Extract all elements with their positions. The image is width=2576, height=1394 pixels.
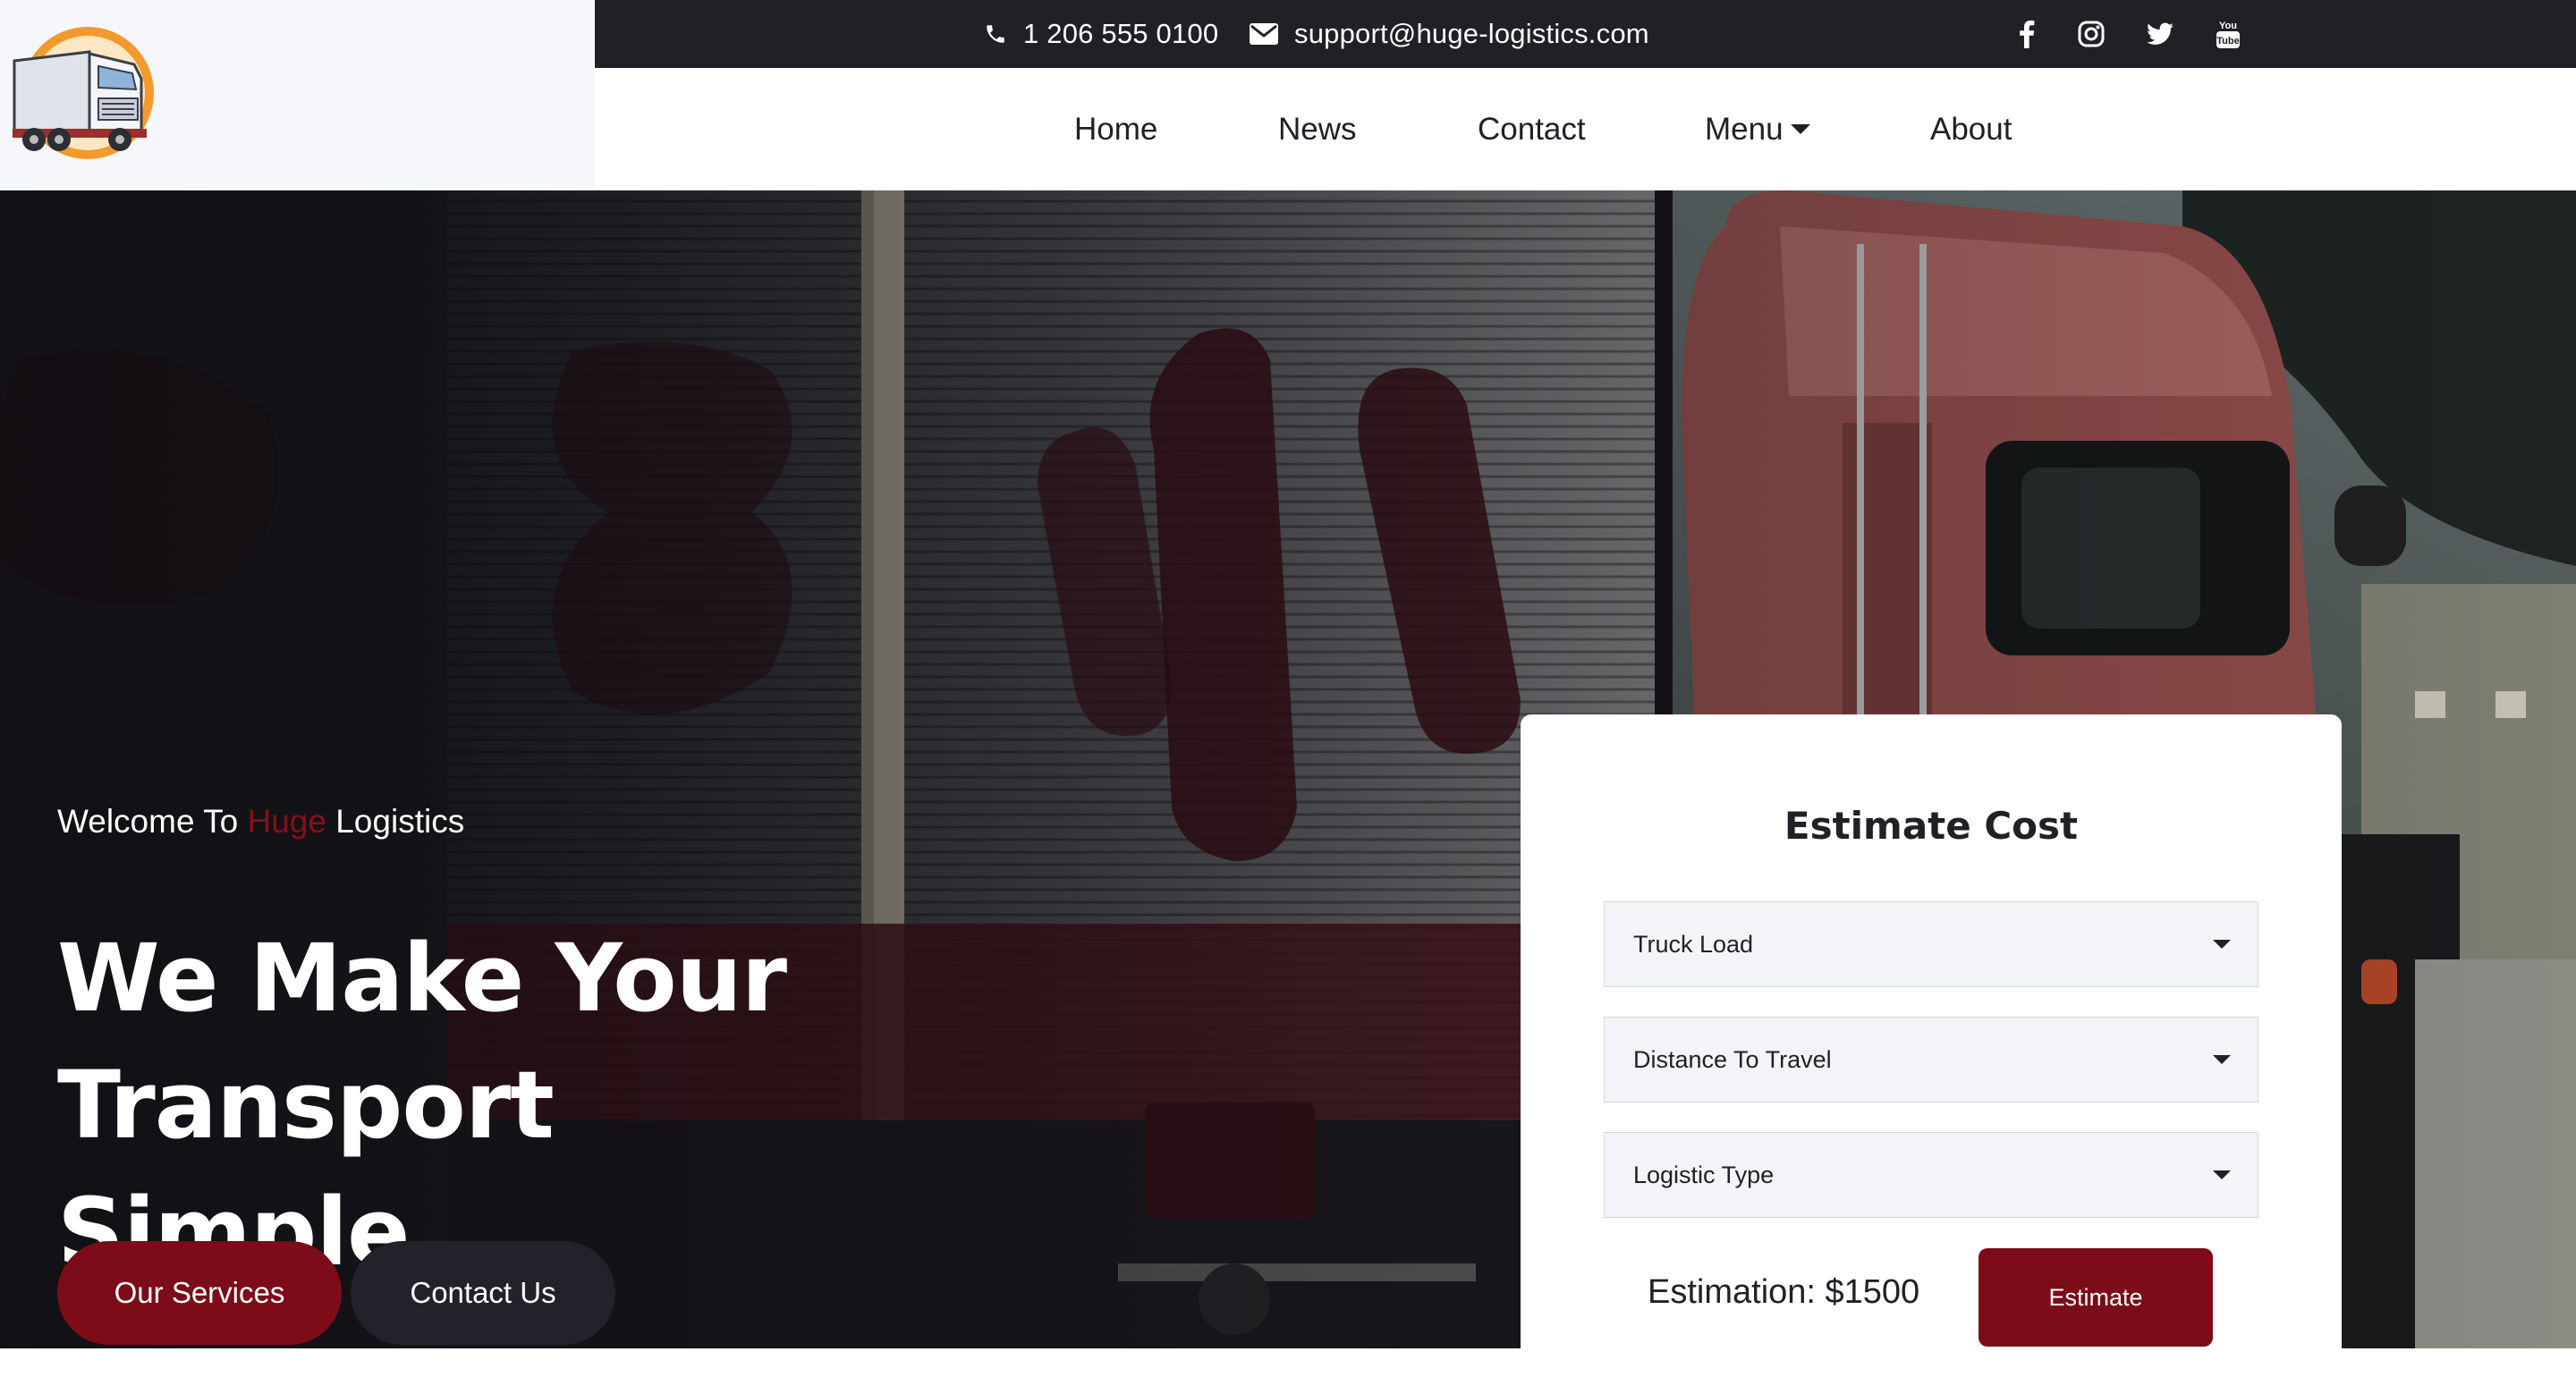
estimate-cost-card: Estimate Cost Truck Load Distance To Tra… xyxy=(1521,714,2342,1394)
dropdown-arrow-icon xyxy=(2213,1170,2231,1179)
envelope-icon xyxy=(1250,23,1278,45)
logo-area xyxy=(0,0,595,190)
facebook-link[interactable] xyxy=(2019,0,2035,68)
welcome-prefix: Welcome To xyxy=(57,803,239,840)
svg-text:You: You xyxy=(2219,21,2237,31)
top-bar: 1 206 555 0100 support@huge-logistics.co… xyxy=(595,0,2576,68)
youtube-link[interactable]: You Tube xyxy=(2216,0,2241,68)
phone-number: 1 206 555 0100 xyxy=(1023,18,1219,49)
welcome-text: Welcome To Huge Logistics xyxy=(57,803,464,841)
contact-us-button[interactable]: Contact Us xyxy=(351,1241,615,1345)
phone-contact[interactable]: 1 206 555 0100 xyxy=(984,0,1218,68)
welcome-brand: Huge xyxy=(247,803,326,840)
main-nav: Home News Contact Menu About xyxy=(595,68,2576,190)
youtube-icon: You Tube xyxy=(2216,21,2240,48)
estimate-button[interactable]: Estimate xyxy=(1979,1248,2213,1347)
twitter-link[interactable] xyxy=(2147,0,2174,68)
truck-load-value: Truck Load xyxy=(1633,930,1754,958)
logistic-type-select[interactable]: Logistic Type xyxy=(1604,1132,2258,1218)
facebook-icon xyxy=(2020,20,2035,48)
nav-home[interactable]: Home xyxy=(1074,68,1157,190)
instagram-icon xyxy=(2078,21,2105,47)
dropdown-arrow-icon xyxy=(2213,1055,2231,1064)
welcome-suffix: Logistics xyxy=(335,803,465,840)
nav-about[interactable]: About xyxy=(1930,68,2012,190)
svg-text:Tube: Tube xyxy=(2216,36,2239,46)
nav-contact-label: Contact xyxy=(1478,111,1586,147)
twitter-icon xyxy=(2147,22,2174,45)
distance-select[interactable]: Distance To Travel xyxy=(1604,1017,2258,1103)
caret-down-icon xyxy=(1790,124,1810,134)
logistic-type-value: Logistic Type xyxy=(1633,1161,1775,1188)
our-services-button[interactable]: Our Services xyxy=(57,1241,342,1345)
estimate-title: Estimate Cost xyxy=(1784,804,2079,848)
dropdown-arrow-icon xyxy=(2213,940,2231,949)
nav-news[interactable]: News xyxy=(1278,68,1357,190)
nav-about-label: About xyxy=(1930,111,2012,147)
nav-menu-label: Menu xyxy=(1705,111,1784,147)
estimation-result: Estimation: $1500 xyxy=(1648,1273,1920,1311)
hero-headline: We Make Your Transport Simple xyxy=(57,915,1238,1296)
nav-home-label: Home xyxy=(1074,111,1158,147)
nav-menu-dropdown[interactable]: Menu xyxy=(1705,68,1810,190)
phone-icon xyxy=(987,25,1004,43)
truck-logo-icon[interactable] xyxy=(9,25,161,161)
email-address: support@huge-logistics.com xyxy=(1294,18,1649,49)
email-contact[interactable]: support@huge-logistics.com xyxy=(1250,0,1649,68)
nav-news-label: News xyxy=(1278,111,1357,147)
truck-load-select[interactable]: Truck Load xyxy=(1604,901,2258,987)
headline-line-1: We Make Your Transport xyxy=(57,924,787,1160)
distance-value: Distance To Travel xyxy=(1633,1045,1832,1073)
instagram-link[interactable] xyxy=(2078,0,2105,68)
nav-contact[interactable]: Contact xyxy=(1478,68,1586,190)
